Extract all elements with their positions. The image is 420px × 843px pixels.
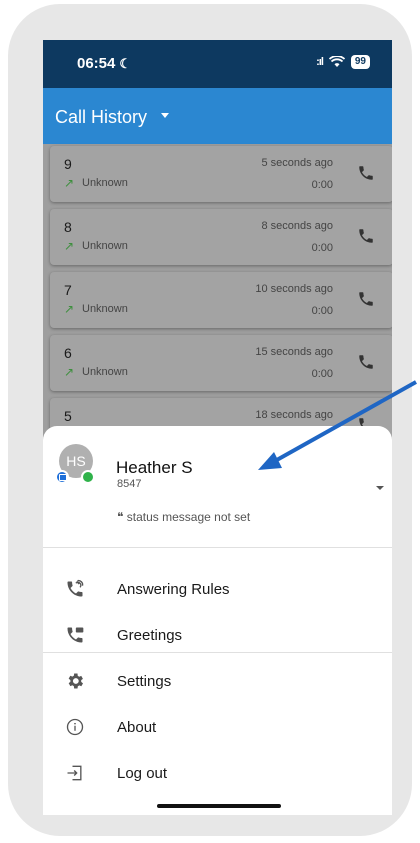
menu-item-log-out[interactable]: Log out bbox=[43, 751, 392, 795]
call-duration: 0:00 bbox=[311, 179, 333, 191]
phone-icon[interactable] bbox=[357, 353, 375, 371]
view-selector-title[interactable]: Call History bbox=[55, 107, 147, 128]
menu-item-answering-rules[interactable]: Answering Rules bbox=[43, 567, 392, 611]
call-caller: Unknown bbox=[82, 366, 128, 378]
call-time-ago: 15 seconds ago bbox=[255, 346, 333, 358]
status-icons: :ıl 99 bbox=[316, 55, 370, 69]
logout-icon bbox=[67, 765, 82, 781]
phone-icon[interactable] bbox=[357, 290, 375, 308]
menu-item-greetings[interactable]: Greetings bbox=[43, 613, 392, 657]
divider bbox=[43, 547, 392, 548]
expand-account-icon[interactable] bbox=[376, 486, 384, 490]
home-indicator[interactable] bbox=[157, 804, 281, 808]
call-number: 8 bbox=[64, 219, 72, 235]
caret-down-icon[interactable] bbox=[161, 113, 169, 118]
app-bar: Call History bbox=[43, 88, 392, 144]
menu-label: Answering Rules bbox=[117, 581, 230, 598]
user-extension: 8547 bbox=[117, 478, 142, 490]
gear-icon bbox=[68, 673, 83, 689]
answering-rules-icon bbox=[67, 579, 84, 597]
menu-label: Settings bbox=[117, 673, 172, 690]
outgoing-arrow-icon: ↗ bbox=[64, 176, 75, 190]
wifi-icon bbox=[328, 56, 345, 67]
status-bar: 06:54 ☾ :ıl 99 bbox=[43, 40, 392, 88]
phone-screen: 06:54☾ :ıl 99 Call History 9 ↗ Unknown bbox=[43, 40, 392, 815]
device-frame: 06:54☾ :ıl 99 Call History 9 ↗ Unknown bbox=[8, 4, 412, 836]
call-number: 5 bbox=[64, 408, 72, 424]
account-bottom-sheet: HS Heather S 8547 ❝ status message not s… bbox=[43, 426, 392, 815]
divider bbox=[43, 652, 392, 653]
battery-indicator: 99 bbox=[350, 55, 370, 69]
outgoing-arrow-icon: ↗ bbox=[64, 239, 75, 253]
phone-presence-icon bbox=[81, 470, 95, 484]
call-duration: 0:00 bbox=[311, 242, 333, 254]
call-duration: 0:00 bbox=[311, 305, 333, 317]
menu-label: Log out bbox=[117, 765, 168, 782]
status-time: 06:54 ☾ bbox=[77, 55, 132, 72]
menu-label: About bbox=[117, 719, 157, 736]
call-caller: Unknown bbox=[82, 177, 128, 189]
outgoing-arrow-icon: ↗ bbox=[64, 302, 75, 316]
call-caller: Unknown bbox=[82, 240, 128, 252]
call-number: 9 bbox=[64, 156, 72, 172]
signal-icon: :ıl bbox=[316, 56, 324, 68]
greetings-icon bbox=[67, 627, 84, 643]
call-duration: 0:00 bbox=[311, 368, 333, 380]
menu-label: Greetings bbox=[117, 627, 183, 644]
outgoing-arrow-icon: ↗ bbox=[64, 365, 75, 379]
user-name: Heather S bbox=[116, 458, 193, 477]
info-icon bbox=[66, 718, 84, 736]
menu-item-settings[interactable]: Settings bbox=[43, 659, 392, 703]
phone-icon[interactable] bbox=[357, 227, 375, 245]
moon-icon: ☾ bbox=[119, 56, 132, 71]
status-message[interactable]: ❝ status message not set bbox=[117, 510, 250, 524]
call-time-ago: 5 seconds ago bbox=[261, 157, 333, 169]
phone-icon[interactable] bbox=[357, 164, 375, 182]
call-time-ago: 10 seconds ago bbox=[255, 283, 333, 295]
call-number: 7 bbox=[64, 282, 72, 298]
call-row[interactable]: 9 ↗ Unknown 5 seconds ago 0:00 bbox=[50, 146, 392, 202]
chat-presence-icon bbox=[55, 470, 69, 484]
call-row[interactable]: 7 ↗ Unknown 10 seconds ago 0:00 bbox=[50, 272, 392, 328]
call-row[interactable]: 6 ↗ Unknown 15 seconds ago 0:00 bbox=[50, 335, 392, 391]
call-number: 6 bbox=[64, 345, 72, 361]
call-row[interactable]: 8 ↗ Unknown 8 seconds ago 0:00 bbox=[50, 209, 392, 265]
call-caller: Unknown bbox=[82, 303, 128, 315]
call-time-ago: 18 seconds ago bbox=[255, 409, 333, 421]
menu-item-about[interactable]: About bbox=[43, 705, 392, 749]
call-time-ago: 8 seconds ago bbox=[261, 220, 333, 232]
